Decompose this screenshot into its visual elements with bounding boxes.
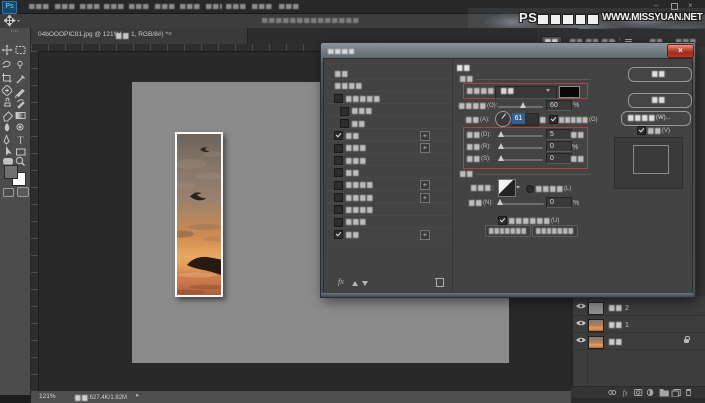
svg-text:T: T — [18, 136, 24, 147]
svg-text:fx: fx — [623, 388, 629, 397]
